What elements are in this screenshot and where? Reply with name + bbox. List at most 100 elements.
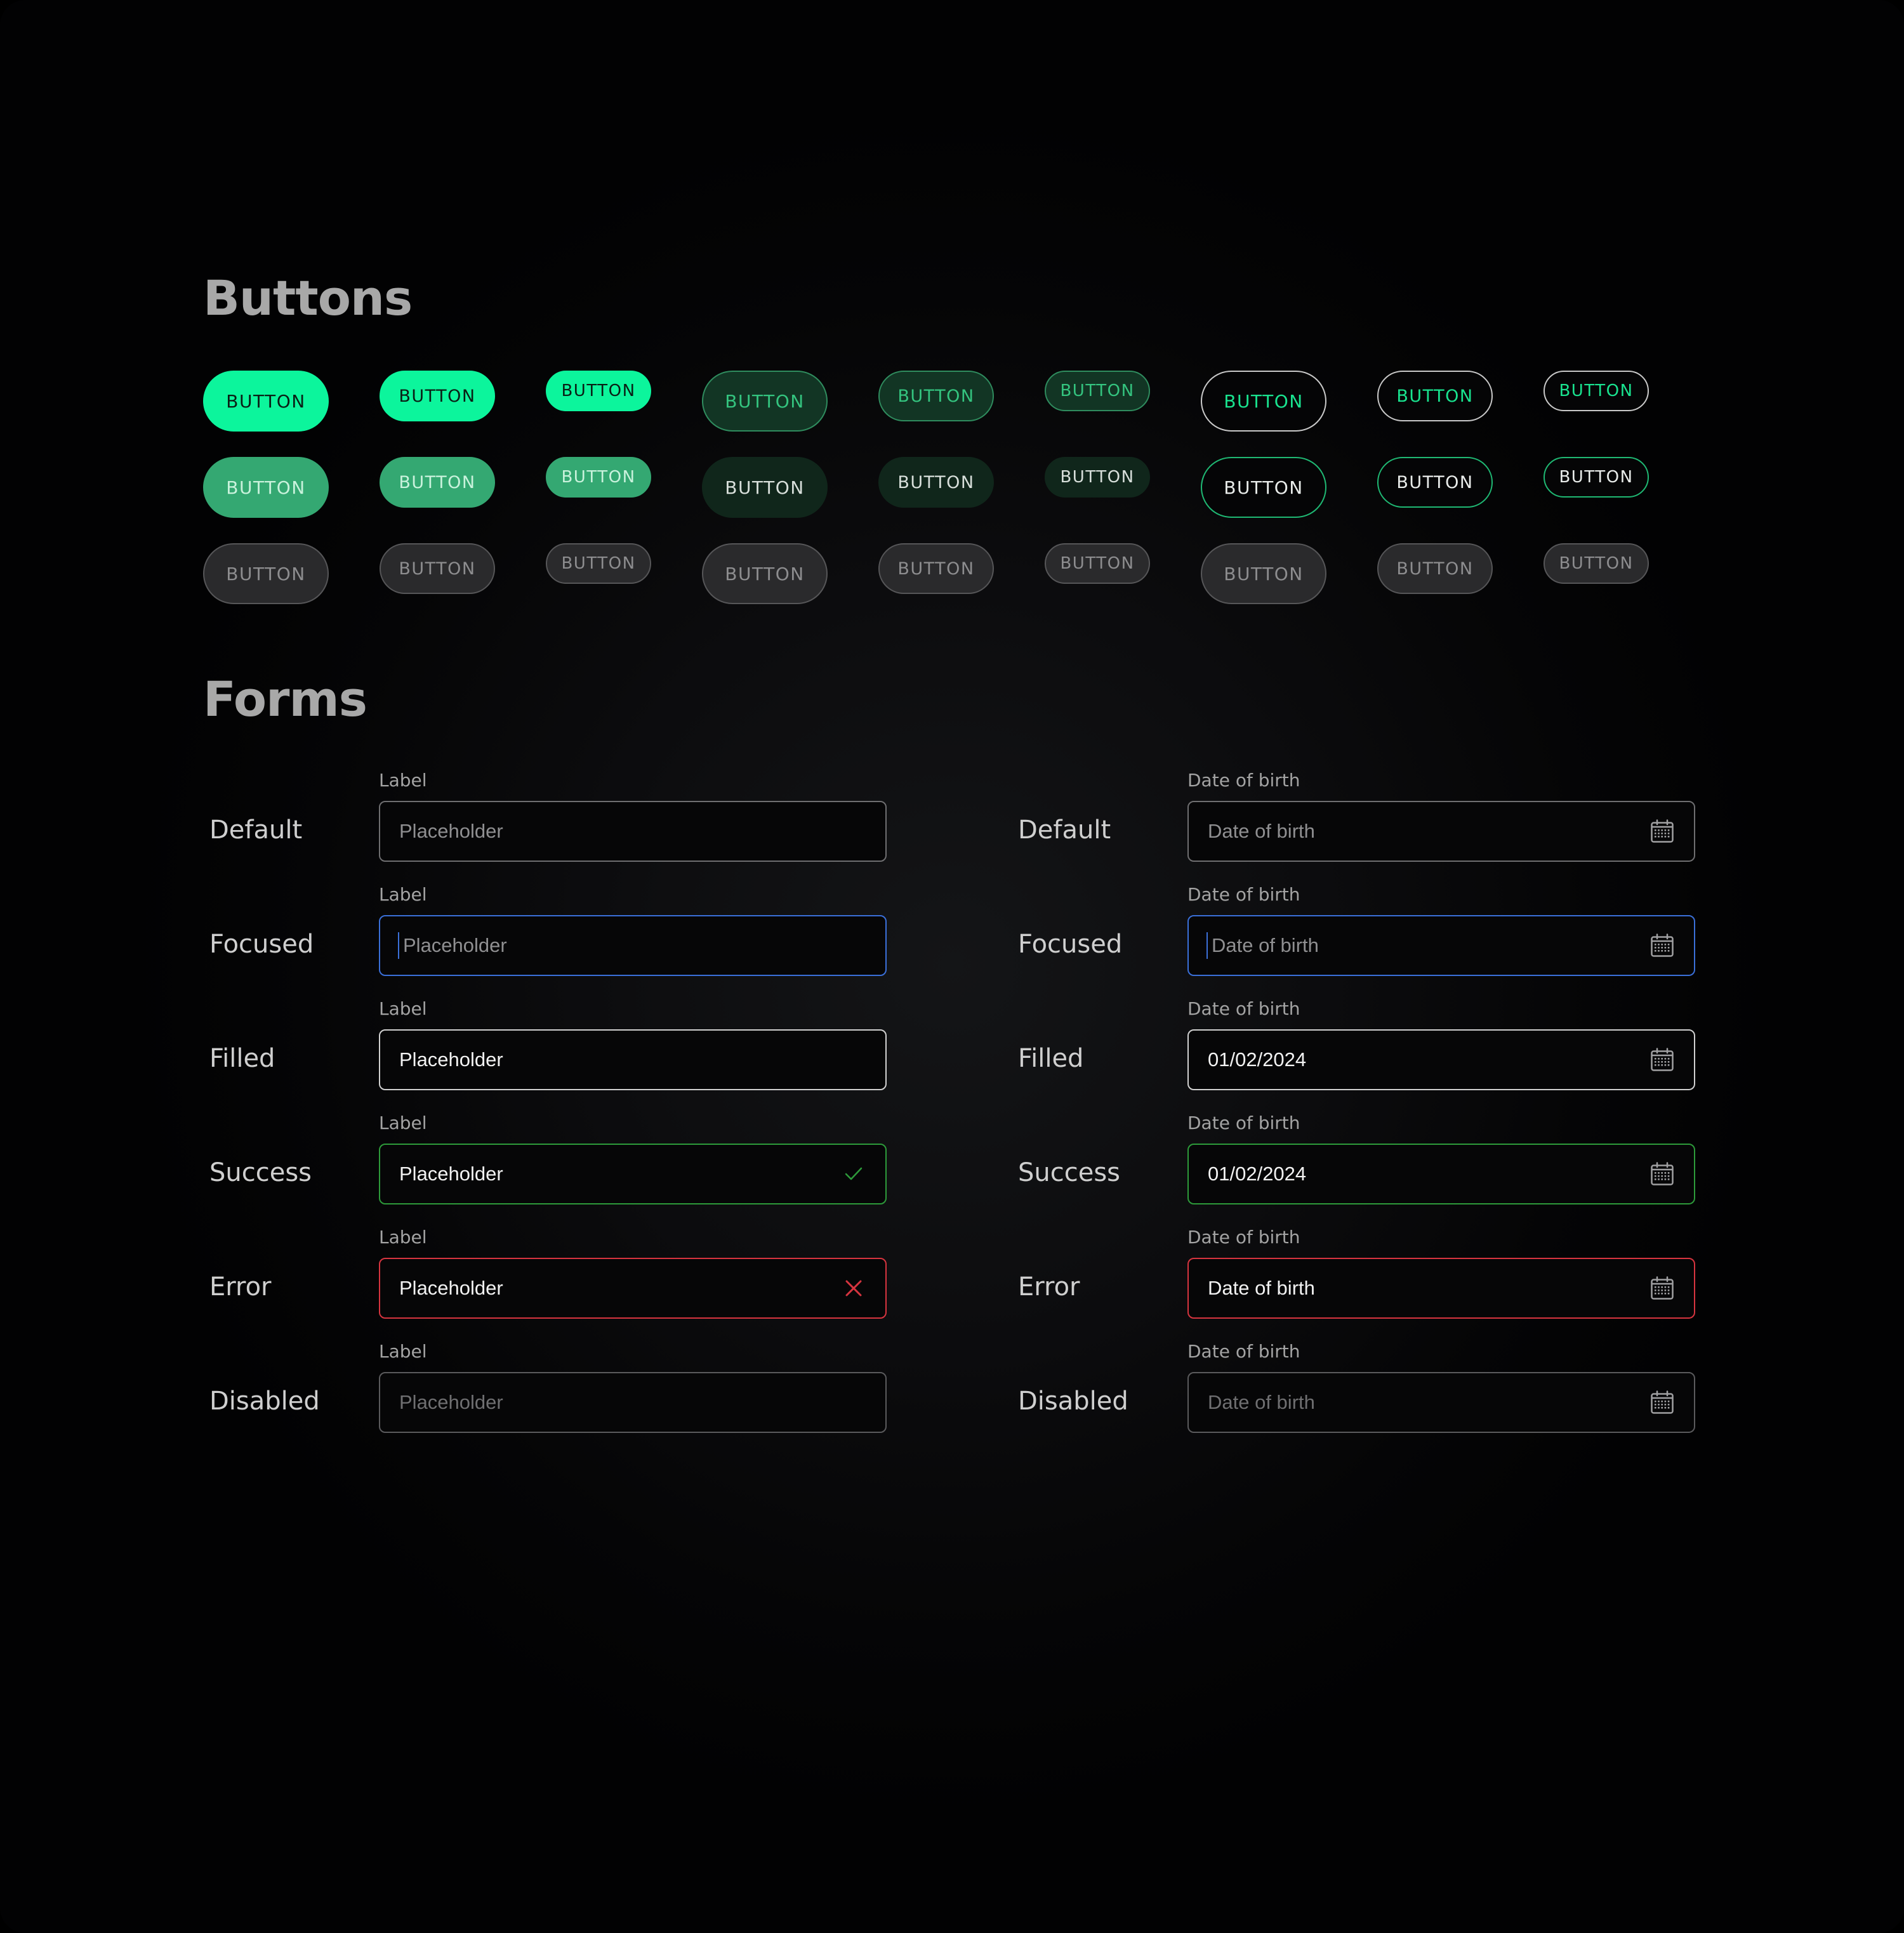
text-input-disabled: Placeholder: [379, 1372, 887, 1433]
state-label-focused: Focused: [209, 930, 314, 959]
button-disabled-sm: BUTTON: [1544, 543, 1649, 584]
button-outline-green-sm[interactable]: BUTTON: [1544, 457, 1649, 498]
input-value: Placeholder: [403, 934, 507, 956]
button-label: BUTTON: [1396, 472, 1474, 492]
calendar-icon[interactable]: [1649, 1276, 1675, 1301]
date-input-default[interactable]: Date of birth: [1187, 801, 1695, 862]
button-tonal-sm[interactable]: BUTTON: [1045, 371, 1150, 411]
text-field-label: Label: [379, 998, 427, 1019]
button-solid-muted-lg[interactable]: BUTTON: [203, 457, 329, 518]
date-input-success[interactable]: 01/02/2024: [1187, 1144, 1695, 1204]
button-label: BUTTON: [1559, 554, 1634, 573]
state-label-disabled: Disabled: [1018, 1387, 1128, 1416]
button-disabled-sm: BUTTON: [546, 543, 651, 584]
input-value: Date of birth: [1208, 1391, 1315, 1413]
date-input-filled[interactable]: 01/02/2024: [1187, 1029, 1695, 1090]
button-label: BUTTON: [897, 558, 975, 579]
design-canvas: Buttons BUTTON BUTTON BUTTON BUTTON BUTTON BU…: [0, 0, 1904, 1933]
calendar-icon[interactable]: [1649, 1047, 1675, 1072]
input-value: Placeholder: [399, 820, 503, 842]
button-outline-sm[interactable]: BUTTON: [1544, 371, 1649, 411]
input-value: Date of birth: [1212, 934, 1319, 956]
input-value: 01/02/2024: [1208, 1048, 1307, 1071]
button-disabled-lg: BUTTON: [702, 543, 828, 604]
text-field-label: Label: [379, 884, 427, 905]
button-label: BUTTON: [1060, 468, 1135, 487]
input-value: Placeholder: [399, 1391, 503, 1413]
calendar-icon[interactable]: [1649, 1390, 1675, 1415]
button-label: BUTTON: [725, 563, 805, 584]
button-label: BUTTON: [226, 390, 306, 412]
button-label: BUTTON: [1224, 390, 1304, 412]
button-tonal-md[interactable]: BUTTON: [878, 371, 994, 421]
button-disabled-lg: BUTTON: [1201, 543, 1326, 604]
date-field-label: Date of birth: [1187, 1227, 1300, 1248]
close-icon: [841, 1276, 866, 1301]
button-outline-md[interactable]: BUTTON: [1377, 371, 1493, 421]
state-label-filled: Filled: [209, 1044, 275, 1073]
button-outline-green-md[interactable]: BUTTON: [1377, 457, 1493, 508]
date-input-disabled: Date of birth: [1187, 1372, 1695, 1433]
text-input-error[interactable]: Placeholder: [379, 1258, 887, 1319]
calendar-icon[interactable]: [1649, 1161, 1675, 1187]
text-input-default[interactable]: Placeholder: [379, 801, 887, 862]
input-value: Placeholder: [399, 1048, 503, 1071]
button-label: BUTTON: [1396, 558, 1474, 579]
button-label: BUTTON: [226, 563, 306, 584]
state-label-error: Error: [209, 1272, 272, 1302]
text-input-filled[interactable]: Placeholder: [379, 1029, 887, 1090]
button-label: BUTTON: [399, 472, 476, 492]
date-field-label: Date of birth: [1187, 1112, 1300, 1133]
button-solid-sm[interactable]: BUTTON: [546, 371, 651, 411]
date-field-label: Date of birth: [1187, 998, 1300, 1019]
text-caret: [398, 932, 399, 959]
state-label-filled: Filled: [1018, 1044, 1084, 1073]
check-icon: [841, 1161, 866, 1187]
text-input-focused[interactable]: Placeholder: [379, 915, 887, 976]
input-value: Placeholder: [399, 1277, 503, 1299]
calendar-icon[interactable]: [1649, 819, 1675, 844]
state-label-default: Default: [1018, 815, 1111, 845]
button-disabled-md: BUTTON: [380, 543, 495, 594]
button-disabled-lg: BUTTON: [203, 543, 329, 604]
button-label: BUTTON: [1396, 386, 1474, 406]
button-disabled-sm: BUTTON: [1045, 543, 1150, 584]
button-tonal-dark-md[interactable]: BUTTON: [878, 457, 994, 508]
date-field-label: Date of birth: [1187, 770, 1300, 791]
button-solid-md[interactable]: BUTTON: [380, 371, 495, 421]
state-label-disabled: Disabled: [209, 1387, 320, 1416]
button-outline-green-lg[interactable]: BUTTON: [1201, 457, 1326, 518]
button-label: BUTTON: [725, 477, 805, 498]
text-caret: [1207, 932, 1208, 959]
button-label: BUTTON: [897, 472, 975, 492]
buttons-section-title: Buttons: [203, 270, 413, 326]
text-field-label: Label: [379, 1227, 427, 1248]
state-label-focused: Focused: [1018, 930, 1123, 959]
calendar-icon[interactable]: [1649, 933, 1675, 958]
button-solid-muted-sm[interactable]: BUTTON: [546, 457, 651, 498]
text-input-success[interactable]: Placeholder: [379, 1144, 887, 1204]
button-label: BUTTON: [1060, 381, 1135, 400]
button-outline-lg[interactable]: BUTTON: [1201, 371, 1326, 432]
button-label: BUTTON: [399, 558, 476, 579]
state-label-error: Error: [1018, 1272, 1080, 1302]
button-disabled-md: BUTTON: [878, 543, 994, 594]
button-label: BUTTON: [1224, 563, 1304, 584]
button-label: BUTTON: [561, 554, 636, 573]
button-label: BUTTON: [1224, 477, 1304, 498]
state-label-default: Default: [209, 815, 303, 845]
date-input-error[interactable]: Date of birth: [1187, 1258, 1695, 1319]
date-field-label: Date of birth: [1187, 1341, 1300, 1362]
button-label: BUTTON: [897, 386, 975, 406]
input-value: Placeholder: [399, 1163, 503, 1185]
button-label: BUTTON: [561, 381, 636, 400]
button-solid-muted-md[interactable]: BUTTON: [380, 457, 495, 508]
state-label-success: Success: [1018, 1158, 1121, 1187]
input-value: Date of birth: [1208, 820, 1315, 842]
date-input-focused[interactable]: Date of birth: [1187, 915, 1695, 976]
button-tonal-dark-sm[interactable]: BUTTON: [1045, 457, 1150, 498]
button-tonal-dark-lg[interactable]: BUTTON: [702, 457, 828, 518]
text-field-label: Label: [379, 1112, 427, 1133]
button-tonal-lg[interactable]: BUTTON: [702, 371, 828, 432]
button-solid-lg[interactable]: BUTTON: [203, 371, 329, 432]
